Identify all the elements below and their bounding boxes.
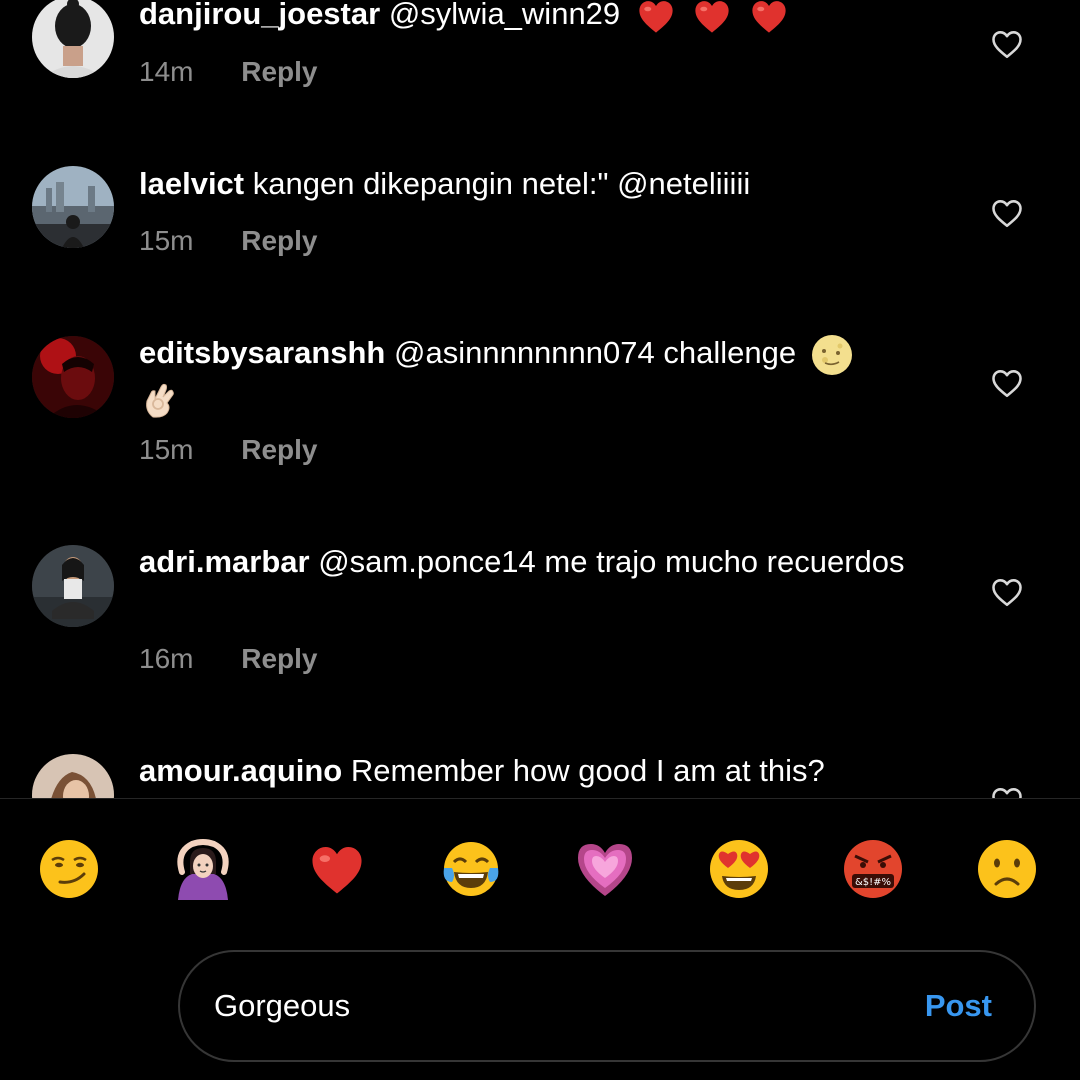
comment-meta: 16m Reply [139, 643, 318, 675]
red-heart-icon [635, 0, 677, 37]
comment-input[interactable]: Gorgeous Post [178, 950, 1036, 1062]
avatar[interactable] [32, 336, 114, 418]
comment-text: danjirou_joestar @sylwia_winn29 [139, 0, 939, 37]
comment-username[interactable]: laelvict [139, 166, 244, 201]
comment-meta: 14m Reply [139, 56, 318, 88]
reply-button[interactable]: Reply [241, 643, 317, 674]
heart-eyes-face-icon[interactable] [708, 838, 770, 900]
red-heart-icon [691, 0, 733, 37]
comment-username[interactable]: editsbysaranshh [139, 335, 385, 370]
like-heart-icon[interactable] [989, 574, 1025, 610]
reply-button[interactable]: Reply [241, 56, 317, 87]
comment-input-value[interactable]: Gorgeous [214, 986, 350, 1026]
woman-gesturing-ok-icon[interactable] [172, 838, 234, 900]
comment-username[interactable]: amour.aquino [139, 753, 342, 788]
smirking-face-icon[interactable] [38, 838, 100, 900]
like-heart-icon[interactable] [989, 365, 1025, 401]
comment-username[interactable]: danjirou_joestar [139, 0, 380, 31]
comment-time: 14m [139, 56, 194, 87]
svg-text:&$!#%: &$!#% [855, 877, 891, 888]
like-heart-icon[interactable] [989, 195, 1025, 231]
avatar[interactable] [32, 0, 114, 78]
comment-text: amour.aquino Remember how good I am at t… [139, 751, 939, 791]
comment-meta: 15m Reply [139, 225, 318, 257]
face-with-tears-of-joy-icon[interactable] [440, 838, 502, 900]
comment-text: adri.marbar @sam.ponce14 me trajo mucho … [139, 542, 939, 582]
comment-meta: 15m Reply [139, 434, 318, 466]
post-button[interactable]: Post [925, 986, 992, 1026]
comment-time: 15m [139, 225, 194, 256]
comment-time: 16m [139, 643, 194, 674]
avatar[interactable] [32, 166, 114, 248]
ok-hand-icon [139, 377, 181, 419]
comment-body: @asinnnnnnnn074 challenge [394, 335, 797, 370]
like-heart-icon[interactable] [989, 783, 1025, 798]
comment-body: @sylwia_winn29 [388, 0, 621, 31]
comment-body: @sam.ponce14 me trajo mucho recuerdos [318, 544, 905, 579]
comment-text: editsbysaranshh @asinnnnnnnn074 challeng… [139, 333, 939, 419]
comment-body: kangen dikepangin netel:" @neteliiiii [252, 166, 751, 201]
reply-button[interactable]: Reply [241, 225, 317, 256]
growing-heart-icon[interactable] [574, 838, 636, 900]
avatar[interactable] [32, 545, 114, 627]
red-heart-icon[interactable] [306, 838, 368, 900]
like-heart-icon[interactable] [989, 26, 1025, 62]
face-with-symbols-on-mouth-icon[interactable]: &$!#% [842, 838, 904, 900]
frowning-face-icon[interactable] [976, 838, 1038, 900]
avatar[interactable] [32, 754, 114, 798]
comment-text: laelvict kangen dikepangin netel:" @nete… [139, 164, 939, 204]
comment-time: 15m [139, 434, 194, 465]
reply-button[interactable]: Reply [241, 434, 317, 465]
comment-username[interactable]: adri.marbar [139, 544, 310, 579]
emoji-reaction-bar: &$!#% [0, 838, 1080, 902]
red-heart-icon [748, 0, 790, 37]
divider [0, 798, 1080, 799]
full-moon-face-icon [811, 334, 853, 376]
comment-list[interactable]: danjirou_joestar @sylwia_winn29 14m Repl… [0, 0, 1080, 798]
comment-body: Remember how good I am at this? [350, 753, 825, 788]
